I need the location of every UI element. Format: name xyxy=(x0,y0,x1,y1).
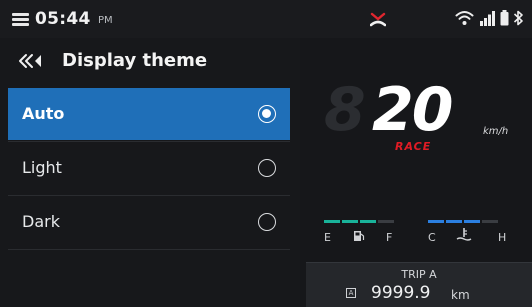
display-theme-panel: Display theme Auto Light Dark xyxy=(0,38,300,307)
trip-a-icon: A xyxy=(346,288,356,298)
fuel-gauge-segment xyxy=(378,220,394,223)
fuel-full-label: F xyxy=(386,231,393,244)
page-title: Display theme xyxy=(62,50,208,71)
status-bar: 05:44 PM xyxy=(0,0,532,38)
temp-gauge-segment xyxy=(482,220,498,223)
signal-icon xyxy=(480,11,495,26)
temp-gauge-segment xyxy=(428,220,444,223)
fuel-empty-label: E xyxy=(324,231,331,244)
fuel-gauge-segment xyxy=(324,220,340,223)
wifi-icon xyxy=(455,11,474,25)
temp-cold-label: C xyxy=(428,231,436,244)
speed-readout: 20 xyxy=(372,75,453,145)
divider xyxy=(8,249,290,250)
panel-header: Display theme xyxy=(0,38,300,84)
speed-ghost-digit: 8 xyxy=(324,75,366,145)
menu-icon[interactable] xyxy=(12,13,29,26)
chevron-back-icon[interactable] xyxy=(18,53,48,69)
trip-unit: km xyxy=(451,288,470,302)
clock-ampm: PM xyxy=(98,15,113,26)
bluetooth-icon xyxy=(513,10,523,26)
clock-time: 05:44 xyxy=(35,9,91,29)
radio-empty-icon[interactable] xyxy=(258,213,276,231)
theme-option-light[interactable]: Light xyxy=(8,142,290,194)
speed-unit: km/h xyxy=(483,126,509,137)
trip-meter[interactable]: TRIP A A 9999.9 km xyxy=(306,262,532,307)
battery-icon xyxy=(500,10,509,26)
temp-hot-label: H xyxy=(498,231,507,244)
coolant-temp-icon xyxy=(456,228,472,241)
fuel-pump-icon xyxy=(354,231,365,241)
option-label: Auto xyxy=(22,104,65,123)
temp-gauge-segment xyxy=(464,220,480,223)
radio-empty-icon[interactable] xyxy=(258,159,276,177)
option-label: Dark xyxy=(22,212,60,231)
radio-selected-icon[interactable] xyxy=(258,105,276,123)
theme-option-dark[interactable]: Dark xyxy=(8,196,290,248)
alert-icon xyxy=(370,12,386,27)
theme-option-auto[interactable]: Auto xyxy=(8,88,290,140)
trip-value: 9999.9 xyxy=(371,283,431,303)
option-label: Light xyxy=(22,158,62,177)
instrument-cluster: 8 20 km/h RACE E F C H TRIP A A 9999.9 k… xyxy=(300,38,532,307)
fuel-gauge-segment xyxy=(342,220,358,223)
trip-label: TRIP A xyxy=(401,268,437,281)
temp-gauge-segment xyxy=(446,220,462,223)
riding-mode: RACE xyxy=(395,140,432,153)
fuel-gauge-segment xyxy=(360,220,376,223)
